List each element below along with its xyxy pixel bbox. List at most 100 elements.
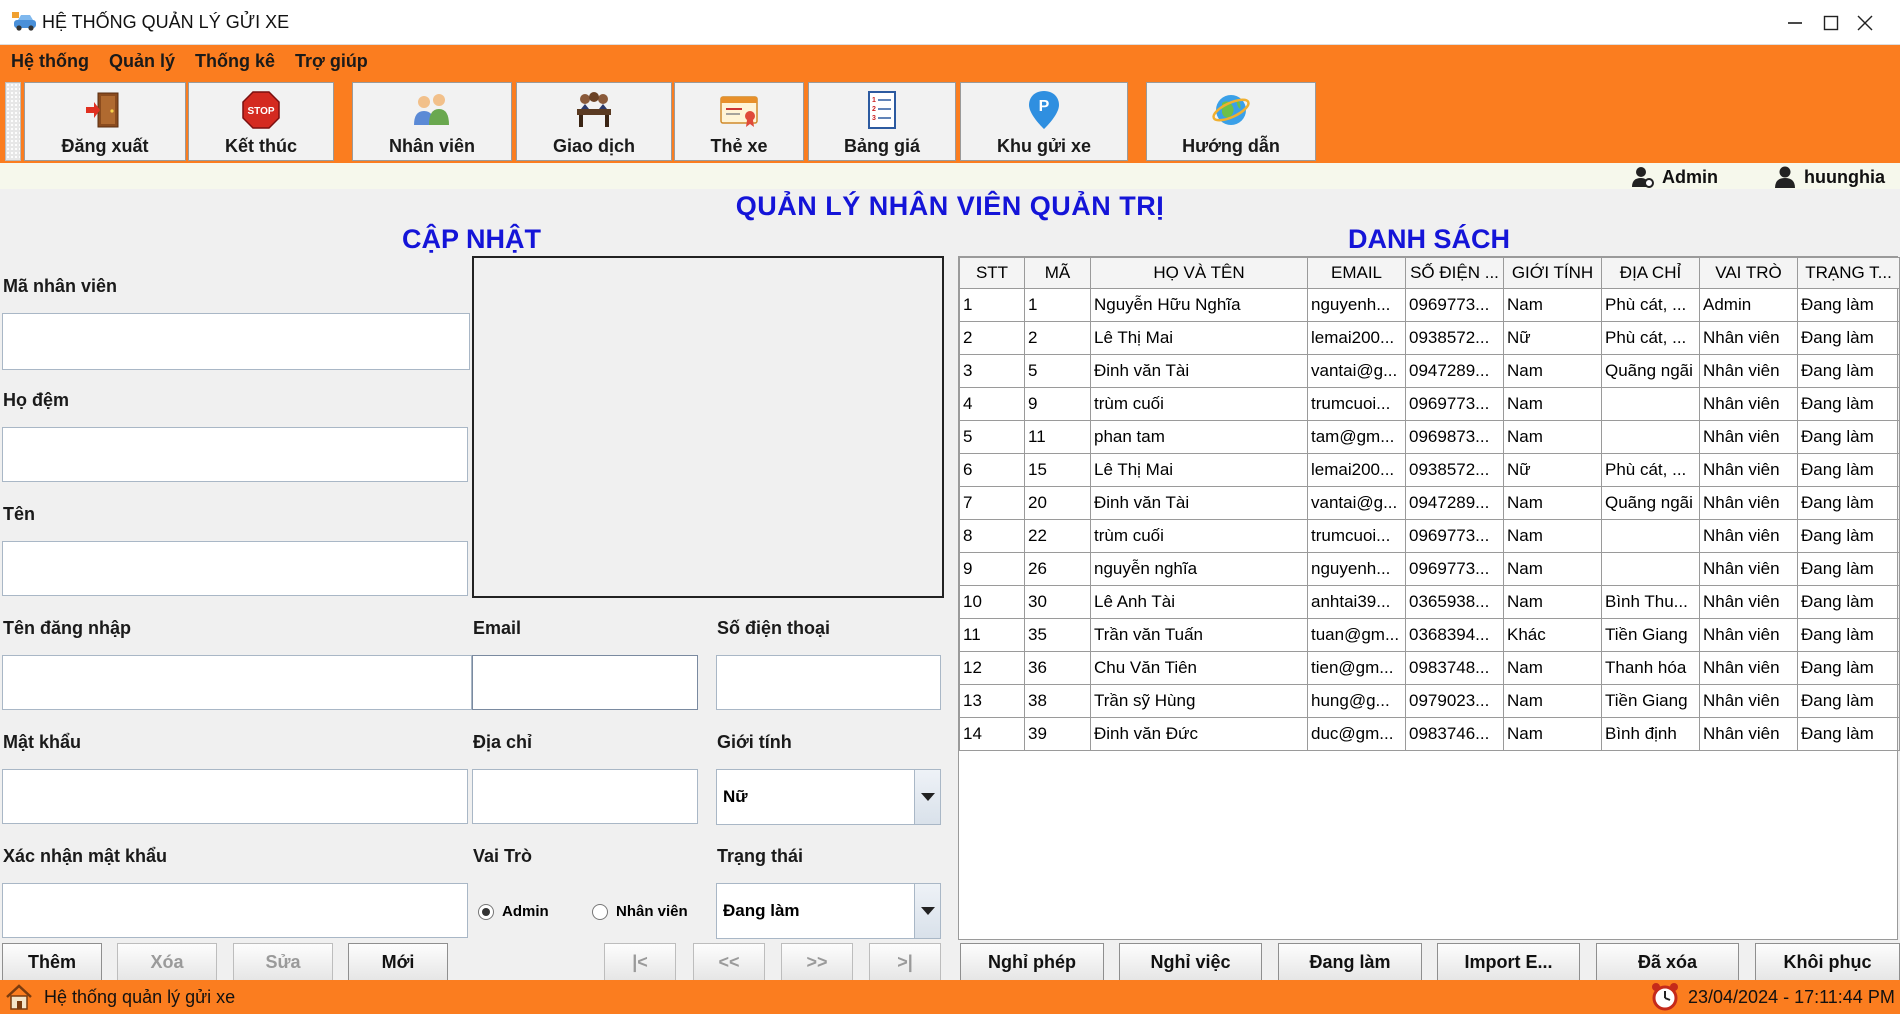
table-cell: 0938572... [1405, 453, 1504, 487]
table-row[interactable]: 12 36 Chu Văn Tiên tien@gm... 0983748... Nam T… [959, 651, 1900, 685]
prices-button[interactable]: 1 2 3 Bảng giá [808, 82, 956, 161]
working-button[interactable]: Đang làm [1278, 943, 1422, 981]
table-cell: 9 [1024, 387, 1091, 421]
table-row[interactable]: 4 9 trùm cuối trumcuoi... 0969773... Nam Nhân … [959, 387, 1900, 421]
table-row[interactable]: 2 2 Lê Thị Mai lemai200... 0938572... Nữ Phù c… [959, 321, 1900, 355]
table-row[interactable]: 14 39 Đinh văn Đức duc@gm... 0983746... Nam Bì… [959, 717, 1900, 751]
username-indicator: huunghia [1774, 166, 1885, 188]
svg-text:STOP: STOP [247, 106, 274, 117]
username-text: huunghia [1804, 166, 1885, 187]
table-cell: Nam [1503, 684, 1602, 718]
window-title: HỆ THỐNG QUẢN LÝ GỬI XE [42, 12, 290, 32]
status-app-name: Hệ thống quản lý gửi xe [44, 987, 236, 1007]
import-excel-button[interactable]: Import E... [1437, 943, 1580, 981]
table-cell: Nhân viên [1699, 618, 1798, 652]
menu-manage[interactable]: Quản lý [109, 51, 175, 72]
table-cell: Phù cát, ... [1601, 321, 1700, 355]
gender-select[interactable]: Nữ [716, 769, 941, 825]
email-field[interactable] [472, 655, 698, 710]
quit-button[interactable]: Nghỉ việc [1119, 943, 1262, 981]
table-cell: lemai200... [1307, 321, 1406, 355]
staff-button[interactable]: Nhân viên [352, 82, 512, 161]
table-row[interactable]: 6 15 Lê Thị Mai lemai200... 0938572... Nữ Phù … [959, 453, 1900, 487]
guide-button[interactable]: Hướng dẫn [1146, 82, 1316, 161]
restore-button[interactable]: Khôi phục [1755, 943, 1900, 981]
column-header[interactable]: STT [959, 257, 1025, 289]
table-cell: Nam [1503, 420, 1602, 454]
cards-button[interactable]: Thẻ xe [674, 82, 804, 161]
status-select[interactable]: Đang làm [716, 883, 941, 939]
table-cell: Nhân viên [1699, 651, 1798, 685]
column-header[interactable]: SỐ ĐIỆN ... [1405, 257, 1504, 289]
table-row[interactable]: 7 20 Đinh văn Tài vantai@g... 0947289... Nam Q… [959, 486, 1900, 520]
transactions-button[interactable]: Giao dịch [516, 82, 672, 161]
table-cell: 0983748... [1405, 651, 1504, 685]
chevron-down-icon[interactable] [914, 770, 940, 824]
title-bar: HỆ THỐNG QUẢN LÝ GỬI XE [0, 0, 1900, 45]
new-button[interactable]: Mới [348, 943, 448, 981]
menu-system[interactable]: Hệ thống [11, 51, 89, 72]
deleted-button[interactable]: Đã xóa [1596, 943, 1739, 981]
photo-box[interactable] [472, 256, 944, 598]
table-row[interactable]: 10 30 Lê Anh Tài anhtai39... 0365938... Nam Bì… [959, 585, 1900, 619]
home-icon [6, 984, 32, 1010]
employee-id-field[interactable] [2, 313, 470, 370]
table-cell: 5 [1024, 354, 1091, 388]
add-button[interactable]: Thêm [2, 943, 102, 981]
table-row[interactable]: 11 35 Trần văn Tuấn tuan@gm... 0368394... Khá… [959, 618, 1900, 652]
guide-label: Hướng dẫn [1182, 136, 1280, 156]
login-field[interactable] [2, 655, 472, 710]
column-header[interactable]: GIỚI TÍNH [1503, 257, 1602, 289]
leave-button[interactable]: Nghỉ phép [960, 943, 1104, 981]
staff-label: Nhân viên [388, 136, 476, 156]
role-admin-radio[interactable]: Admin [478, 903, 549, 920]
menu-help[interactable]: Trợ giúp [295, 51, 368, 72]
table-cell: 38 [1024, 684, 1091, 718]
parking-button[interactable]: P Khu gửi xe [960, 82, 1128, 161]
table-cell: nguyenh... [1307, 552, 1406, 586]
address-field[interactable] [472, 769, 698, 824]
toolbar-grip[interactable] [5, 82, 21, 161]
delete-button[interactable]: Xóa [117, 943, 217, 981]
table-row[interactable]: 3 5 Đinh văn Tài vantai@g... 0947289... Nam Qu… [959, 354, 1900, 388]
column-header[interactable]: EMAIL [1307, 257, 1406, 289]
exit-button[interactable]: STOP Kết thúc [188, 82, 334, 161]
table-row[interactable]: 5 11 phan tam tam@gm... 0969873... Nam Nhân vi… [959, 420, 1900, 454]
menu-statistics[interactable]: Thống kê [195, 51, 275, 72]
table-cell: Trần văn Tuấn [1090, 618, 1308, 652]
firstname-field[interactable] [2, 541, 468, 596]
table-cell: Nam [1503, 585, 1602, 619]
column-header[interactable]: VAI TRÒ [1699, 257, 1798, 289]
confirm-password-field[interactable] [2, 883, 468, 938]
table-cell: Đang làm [1797, 420, 1900, 454]
column-header[interactable]: ĐỊA CHỈ [1601, 257, 1700, 289]
table-cell: Đang làm [1797, 288, 1900, 322]
edit-button[interactable]: Sửa [233, 943, 333, 981]
table-cell: Trần sỹ Hùng [1090, 684, 1308, 718]
next-record-button[interactable]: >> [781, 943, 853, 981]
table-cell: anhtai39... [1307, 585, 1406, 619]
phone-field[interactable] [716, 655, 941, 710]
column-header[interactable]: TRẠNG T... [1797, 257, 1900, 289]
table-row[interactable]: 8 22 trùm cuối trumcuoi... 0969773... Nam Nhân… [959, 519, 1900, 553]
table-cell: 0979023... [1405, 684, 1504, 718]
table-row[interactable]: 13 38 Trần sỹ Hùng hung@g... 0979023... Nam Ti… [959, 684, 1900, 718]
column-header[interactable]: HỌ VÀ TÊN [1090, 257, 1308, 289]
employee-table[interactable]: STT MÃ HỌ VÀ TÊN EMAIL SỐ ĐIỆN ... GIỚI TÍNH Đ… [958, 256, 1900, 940]
chevron-down-icon[interactable] [914, 884, 940, 938]
last-record-button[interactable]: >| [869, 943, 941, 981]
first-record-button[interactable]: |< [604, 943, 676, 981]
table-cell: hung@g... [1307, 684, 1406, 718]
table-row[interactable]: 9 26 nguyễn nghĩa nguyenh... 0969773... Nam Nh… [959, 552, 1900, 586]
column-header[interactable]: MÃ [1024, 257, 1091, 289]
previous-record-button[interactable]: << [693, 943, 765, 981]
table-cell: 1 [1024, 288, 1091, 322]
table-cell: 0969873... [1405, 420, 1504, 454]
lastname-field[interactable] [2, 427, 468, 482]
password-field[interactable] [2, 769, 468, 824]
role-staff-radio[interactable]: Nhân viên [592, 903, 688, 920]
logout-button[interactable]: Đăng xuất [24, 82, 186, 161]
table-row[interactable]: 1 1 Nguyễn Hữu Nghĩa nguyenh... 0969773... Na… [959, 288, 1900, 322]
close-button[interactable] [1830, 0, 1900, 45]
admin-user-icon [1632, 167, 1654, 188]
